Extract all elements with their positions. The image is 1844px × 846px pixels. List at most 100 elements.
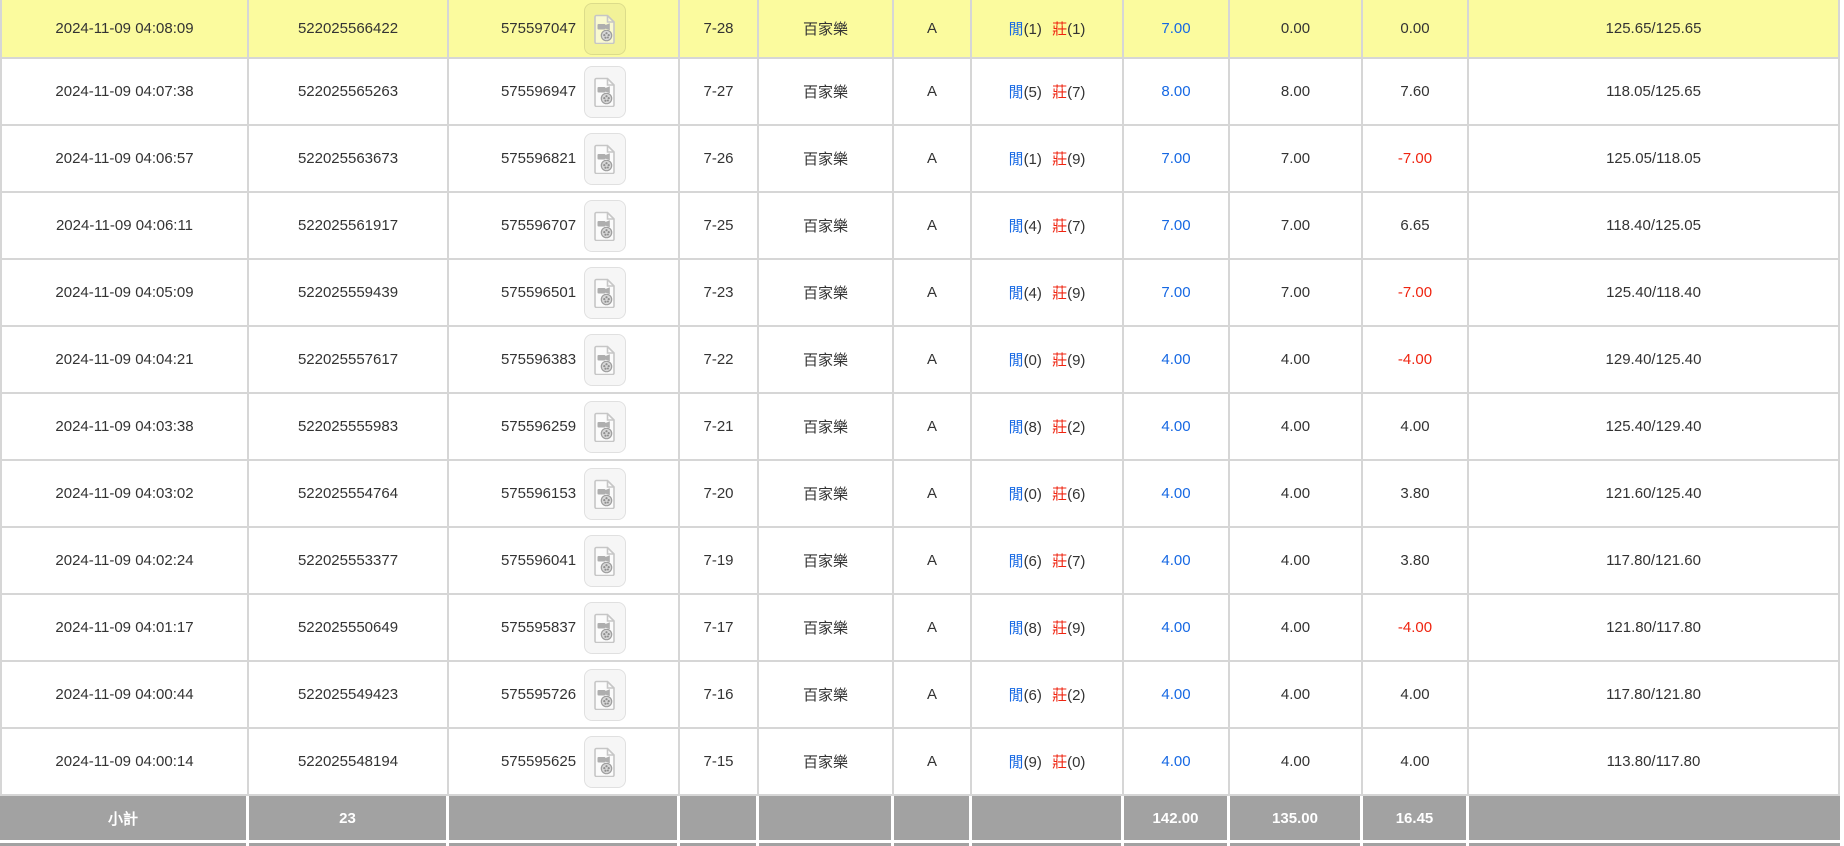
round-id: 575596041 [500,552,577,569]
bet-amount-link[interactable]: 8.00 [1161,83,1190,100]
video-file-icon [594,680,615,710]
video-replay-button[interactable] [584,400,627,453]
banker-points: (7) [1067,218,1086,235]
player-points: (0) [1023,486,1042,503]
table-code: A [894,260,972,327]
valid-bet: 8.00 [1230,59,1363,126]
table-code: A [894,0,972,59]
video-replay-button[interactable] [584,333,627,386]
bet-amount-link[interactable]: 4.00 [1161,485,1190,502]
video-replay-button[interactable] [584,601,627,654]
round-number: 7-15 [680,729,759,796]
banker-points: (0) [1067,754,1086,771]
table-row[interactable]: 2024-11-09 04:00:44 522025549423 5755957… [0,662,1840,729]
bet-amount-cell: 4.00 [1124,528,1230,595]
balance-before-after: 125.65/125.65 [1469,0,1840,59]
player-label: 閒 [1008,21,1024,38]
table-code: A [894,59,972,126]
win-loss: 3.80 [1363,461,1469,528]
player-points: (1) [1023,151,1042,168]
player-points: (8) [1023,419,1042,436]
bet-time: 2024-11-09 04:07:38 [0,59,249,126]
round-id-cell: 575596153 [449,461,680,528]
game-type: 百家樂 [759,461,894,528]
video-file-icon [594,479,615,509]
banker-label: 莊 [1052,218,1068,235]
win-loss: -7.00 [1363,260,1469,327]
subtotal-valid-total: 135.00 [1230,796,1363,840]
banker-points: (1) [1067,21,1086,38]
table-row[interactable]: 2024-11-09 04:03:38 522025555983 5755962… [0,394,1840,461]
round-id-cell: 575595625 [449,729,680,796]
video-replay-button[interactable] [584,65,627,118]
round-number: 7-21 [680,394,759,461]
table-row[interactable]: 2024-11-09 04:07:38 522025565263 5755969… [0,59,1840,126]
subtotal-winloss-total: 16.45 [1363,796,1469,840]
game-result: 閒(0) 莊(9) [972,327,1124,394]
game-type: 百家樂 [759,595,894,662]
video-replay-button[interactable] [584,735,627,788]
bet-amount-link[interactable]: 4.00 [1161,753,1190,770]
bet-amount-link[interactable]: 4.00 [1161,418,1190,435]
round-id-cell: 575597047 [449,0,680,59]
win-loss: -4.00 [1363,595,1469,662]
table-row[interactable]: 2024-11-09 04:01:17 522025550649 5755958… [0,595,1840,662]
round-id-cell: 575596041 [449,528,680,595]
table-row[interactable]: 2024-11-09 04:08:09 522025566422 5755970… [0,0,1840,59]
bet-id: 522025553377 [249,528,449,595]
table-row[interactable]: 2024-11-09 04:03:02 522025554764 5755961… [0,461,1840,528]
table-row[interactable]: 2024-11-09 04:00:14 522025548194 5755956… [0,729,1840,796]
round-id: 575596501 [500,284,577,301]
bet-amount-link[interactable]: 7.00 [1161,217,1190,234]
bet-time: 2024-11-09 04:01:17 [0,595,249,662]
video-file-icon [594,546,615,576]
video-replay-button[interactable] [584,668,627,721]
table-code: A [894,662,972,729]
round-id: 575597047 [500,20,577,37]
bet-amount-link[interactable]: 7.00 [1161,284,1190,301]
bet-time: 2024-11-09 04:03:02 [0,461,249,528]
video-replay-button[interactable] [584,2,627,55]
game-result: 閒(8) 莊(9) [972,595,1124,662]
subtotal-bet-count: 23 [249,796,449,840]
subtotal-bet-total: 142.00 [1124,796,1230,840]
table-row[interactable]: 2024-11-09 04:06:11 522025561917 5755967… [0,193,1840,260]
bet-amount-cell: 7.00 [1124,126,1230,193]
bet-amount-cell: 4.00 [1124,327,1230,394]
bet-amount-cell: 7.00 [1124,0,1230,59]
bet-amount-link[interactable]: 7.00 [1161,20,1190,37]
video-replay-button[interactable] [584,266,627,319]
banker-label: 莊 [1052,352,1068,369]
round-id: 575596383 [500,351,577,368]
player-label: 閒 [1008,620,1024,637]
bet-amount-link[interactable]: 7.00 [1161,150,1190,167]
valid-bet: 0.00 [1230,0,1363,59]
table-row[interactable]: 2024-11-09 04:06:57 522025563673 5755968… [0,126,1840,193]
bet-amount-link[interactable]: 4.00 [1161,686,1190,703]
video-replay-button[interactable] [584,467,627,520]
banker-label: 莊 [1052,754,1068,771]
video-replay-button[interactable] [584,132,627,185]
video-replay-button[interactable] [584,534,627,587]
round-number: 7-23 [680,260,759,327]
video-replay-button[interactable] [584,199,627,252]
win-loss: 7.60 [1363,59,1469,126]
bet-records-viewport: 2024-11-09 04:08:09 522025566422 5755970… [0,0,1844,846]
round-number: 7-20 [680,461,759,528]
bet-amount-link[interactable]: 4.00 [1161,351,1190,368]
table-row[interactable]: 2024-11-09 04:04:21 522025557617 5755963… [0,327,1840,394]
summary-body: 小計 23 142.00 135.00 16.45 [0,796,1840,846]
table-code: A [894,193,972,260]
table-row[interactable]: 2024-11-09 04:05:09 522025559439 5755965… [0,260,1840,327]
bet-time: 2024-11-09 04:05:09 [0,260,249,327]
player-label: 閒 [1008,754,1024,771]
bet-amount-link[interactable]: 4.00 [1161,552,1190,569]
bet-id: 522025557617 [249,327,449,394]
round-number: 7-19 [680,528,759,595]
win-loss: 0.00 [1363,0,1469,59]
table-row[interactable]: 2024-11-09 04:02:24 522025553377 5755960… [0,528,1840,595]
player-label: 閒 [1008,84,1024,101]
table-code: A [894,394,972,461]
bet-id: 522025559439 [249,260,449,327]
bet-amount-link[interactable]: 4.00 [1161,619,1190,636]
